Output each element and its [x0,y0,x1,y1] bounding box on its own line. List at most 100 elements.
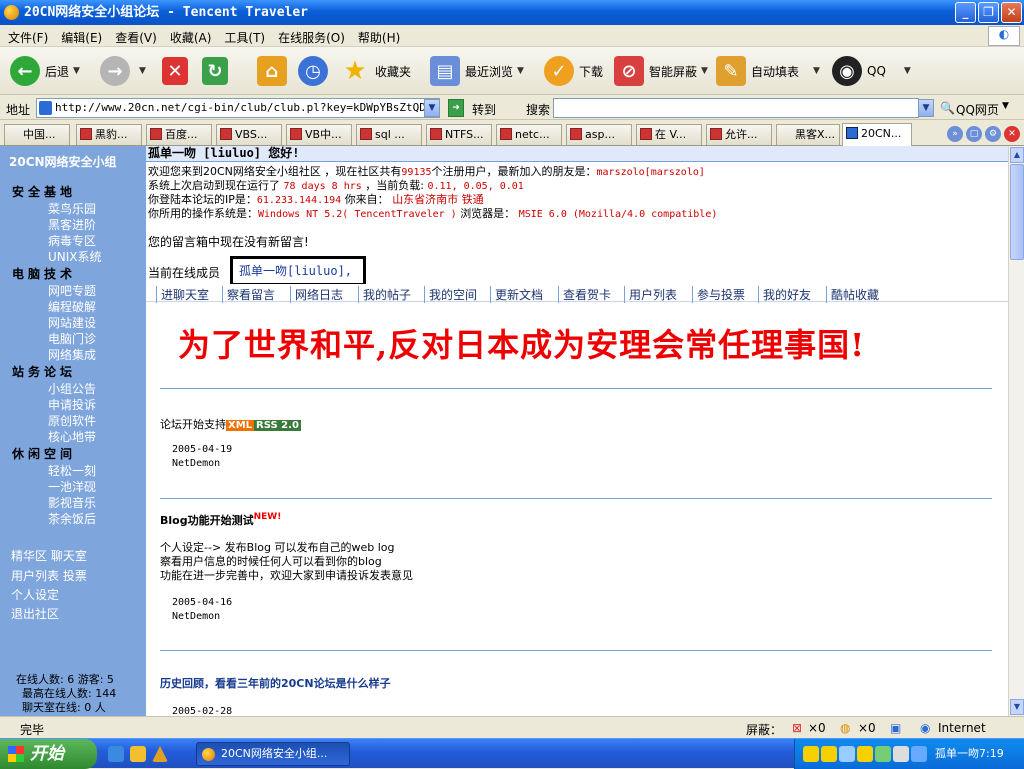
refresh-button[interactable]: ↻ [202,53,233,89]
sidebar-item[interactable]: 一池洋砚 [48,478,96,495]
nav-vote[interactable]: 参与投票 [692,286,745,303]
sidebar-link-digest-chat[interactable]: 精华区 聊天室 [11,547,87,564]
vertical-scrollbar[interactable]: ▲ ▼ [1008,146,1024,716]
menu-edit[interactable]: 编辑(E) [53,25,107,46]
tray-qq-icon[interactable] [803,746,819,762]
sidebar-item[interactable]: 申请投诉 [48,396,96,413]
close-button[interactable]: ✕ [1001,2,1022,23]
go-arrow-icon[interactable]: ➜ [448,99,464,117]
nav-blog[interactable]: 网络日志 [290,286,343,303]
chevron-down-icon[interactable]: ▼ [73,66,80,76]
smartblock-button[interactable]: ⊘ 智能屏蔽 ▼ [614,53,708,89]
newest-member-link[interactable]: marszolo[marszolo] [597,167,705,178]
nav-user-list[interactable]: 用户列表 [624,286,677,303]
menu-view[interactable]: 查看(V) [107,25,162,46]
scroll-up-icon[interactable]: ▲ [1010,147,1024,163]
tab-item[interactable]: 黑客X... [776,124,840,145]
window-titlebar[interactable]: 20CN网络安全小组论坛 - Tencent Traveler _ ❐ ✕ [0,0,1024,25]
scroll-down-icon[interactable]: ▼ [1010,699,1024,715]
back-button[interactable]: ← 后退 ▼ [10,53,80,89]
sidebar-item[interactable]: 网站建设 [48,314,96,331]
clock-button[interactable]: ◷ [298,53,333,89]
sidebar-link-userlist-vote[interactable]: 用户列表 投票 [11,567,87,584]
stop-button[interactable]: ✕ [162,53,193,89]
start-button[interactable]: 开始 [0,739,97,769]
post-title[interactable]: 论坛开始支持 [160,418,226,431]
nav-chatroom[interactable]: 进聊天室 [156,286,209,303]
sidebar-item[interactable]: 核心地带 [48,428,96,445]
sidebar-brand[interactable]: 20CN网络安全小组 [9,153,117,170]
tab-item[interactable]: netc... [496,124,562,145]
nav-my-posts[interactable]: 我的帖子 [358,286,411,303]
tab-item[interactable]: 百度... [146,124,212,145]
tray-app-icon[interactable] [875,746,891,762]
chevron-down-icon[interactable]: ▼ [813,66,820,76]
tab-item[interactable]: 黑豹... [76,124,142,145]
nav-messages[interactable]: 察看留言 [222,286,275,303]
tab-item[interactable]: asp... [566,124,632,145]
sidebar-item[interactable]: UNIX系统 [48,248,102,265]
tab-item[interactable]: VBS... [216,124,282,145]
maximize-button[interactable]: ❐ [978,2,999,23]
sidebar-link-settings[interactable]: 个人设定 [11,586,59,603]
tab-item[interactable]: VB中... [286,124,352,145]
nav-friends[interactable]: 我的好友 [758,286,811,303]
tab-options-icon[interactable]: ⚙ [985,126,1001,142]
menu-help[interactable]: 帮助(H) [350,25,405,46]
tab-list-icon[interactable]: ▢ [966,126,982,142]
sidebar-item[interactable]: 编程破解 [48,298,96,315]
tab-item[interactable]: NTFS... [426,124,492,145]
online-user-link[interactable]: 孤单一吻[liuluo], [230,256,366,286]
nav-favorites[interactable]: 酷帖收藏 [826,286,879,303]
nav-update-docs[interactable]: 更新文档 [490,286,543,303]
sidebar-link-logout[interactable]: 退出社区 [11,605,59,622]
tab-item[interactable]: 允许... [706,124,772,145]
qqpage-search-button[interactable]: QQ网页 [956,101,999,118]
quicklaunch-warning-icon[interactable] [152,746,168,762]
menu-favorites[interactable]: 收藏(A) [162,25,217,46]
menu-file[interactable]: 文件(F) [0,25,53,46]
chevron-down-icon[interactable]: ▼ [701,66,708,76]
forward-button[interactable]: → ▼ [100,53,146,89]
address-input[interactable]: http://www.20cn.net/cgi-bin/club/club.pl… [36,98,440,118]
tab-item[interactable]: 中国... [4,124,70,145]
close-tab-icon[interactable]: ✕ [1004,126,1020,142]
autofill-button[interactable]: ✎ 自动填表 ▼ [716,53,820,89]
chevron-down-icon[interactable]: ▼ [139,66,146,76]
history-button[interactable]: ▤ 最近浏览 ▼ [430,53,524,89]
tab-item[interactable]: sql ... [356,124,422,145]
quicklaunch-app-icon[interactable] [130,746,146,762]
chevron-down-icon[interactable]: ▼ [517,66,524,76]
popup-block-icon[interactable]: ⊠ [792,721,802,735]
sidebar-item[interactable]: 病毒专区 [48,232,96,249]
menu-tools[interactable]: 工具(T) [216,25,270,46]
nav-cards[interactable]: 查看贺卡 [558,286,611,303]
search-input[interactable] [553,98,919,118]
sidebar-item[interactable]: 轻松一刻 [48,462,96,479]
tray-qq-icon[interactable] [821,746,837,762]
favorites-button[interactable]: ★ 收藏夹 [340,53,411,89]
sidebar-item[interactable]: 电脑门诊 [48,330,96,347]
sidebar-item[interactable]: 黑客进阶 [48,216,96,233]
sidebar-item[interactable]: 网络集成 [48,346,96,363]
sidebar-item[interactable]: 网吧专题 [48,282,96,299]
go-button[interactable]: 转到 [472,101,496,118]
ad-block-icon[interactable]: ◍ [840,721,850,735]
chevron-down-icon[interactable]: ▼ [1002,101,1009,111]
post-title[interactable]: Blog功能开始测试 [160,514,254,527]
chevron-down-icon[interactable]: ▼ [904,66,911,76]
sidebar-item[interactable]: 茶余饭后 [48,510,96,527]
home-button[interactable]: ⌂ [257,53,292,89]
scrollbar-thumb[interactable] [1010,164,1024,260]
tray-network-icon[interactable] [839,746,855,762]
tab-scroll-icon[interactable]: » [947,126,963,142]
qq-button[interactable]: ◉ QQ ▼ [832,53,911,89]
search-dropdown-button[interactable]: ▼ [918,99,934,117]
tab-item-active[interactable]: 20CN... [842,123,912,146]
post-title[interactable]: 历史回顾，看看三年前的20CN论坛是什么样子 [160,675,391,691]
tray-app-icon[interactable] [911,746,927,762]
sidebar-item[interactable]: 菜鸟乐园 [48,200,96,217]
search-icon[interactable]: 🔍 [940,101,955,115]
sidebar-item[interactable]: 小组公告 [48,380,96,397]
tray-volume-icon[interactable] [893,746,909,762]
